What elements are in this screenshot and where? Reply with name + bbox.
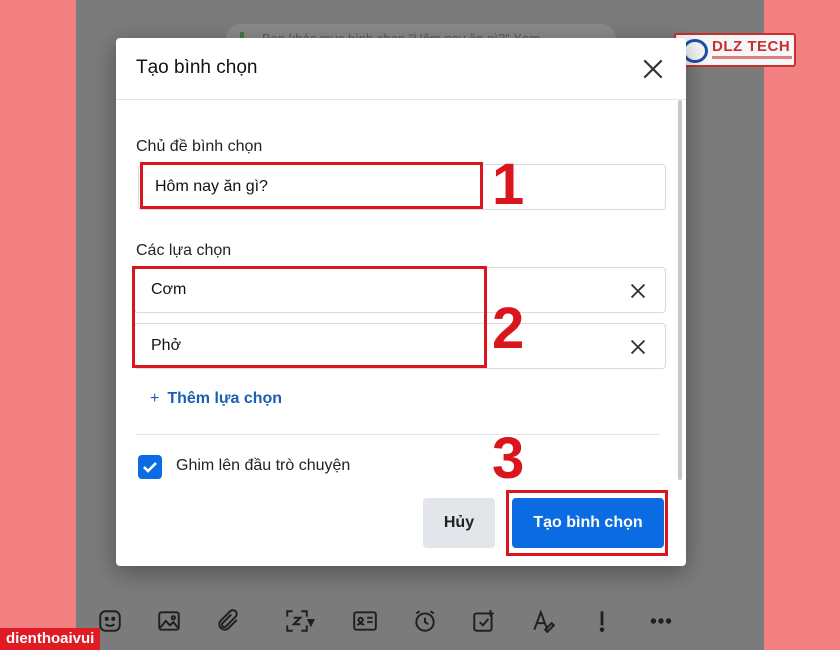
topic-label: Chủ đề bình chọn <box>136 138 263 155</box>
chevron-down-icon[interactable]: ▼ <box>304 608 318 636</box>
pin-checkbox-label[interactable]: Ghim lên đầu trò chuyện <box>176 457 350 475</box>
watermark: dienthoaivui <box>0 628 101 650</box>
annotation-box-3 <box>506 490 668 556</box>
pin-checkbox[interactable] <box>138 455 162 479</box>
logo-text: DLZ TECH <box>712 38 791 55</box>
add-option-label: Thêm lựa chọn <box>167 390 283 407</box>
options-label: Các lựa chọn <box>136 242 232 259</box>
image-icon[interactable] <box>155 608 183 636</box>
remove-option-icon[interactable] <box>627 280 649 302</box>
annotation-box-2 <box>132 266 487 368</box>
attachment-icon[interactable] <box>214 608 242 636</box>
section-divider <box>136 434 660 435</box>
annotation-number-3: 3 <box>492 426 525 491</box>
header-divider <box>116 99 686 100</box>
text-format-icon[interactable] <box>529 608 557 636</box>
contact-card-icon[interactable] <box>351 608 379 636</box>
annotation-number-2: 2 <box>492 296 525 361</box>
cancel-button[interactable]: Hủy <box>423 498 495 548</box>
plus-icon: + <box>150 390 160 407</box>
logo-tagline <box>712 56 792 59</box>
checkmark-icon <box>143 462 157 473</box>
annotation-box-1 <box>140 162 483 209</box>
task-icon[interactable] <box>470 608 498 636</box>
urgent-icon[interactable] <box>588 608 616 636</box>
brand-logo: DLZ TECH <box>674 33 796 67</box>
reminder-icon[interactable] <box>411 608 439 636</box>
more-icon[interactable] <box>647 608 675 636</box>
scrollbar[interactable] <box>678 100 682 480</box>
remove-option-icon[interactable] <box>627 336 649 358</box>
dialog-title: Tạo bình chọn <box>136 57 258 78</box>
add-option-button[interactable]: + Thêm lựa chọn <box>150 390 282 408</box>
close-icon[interactable] <box>640 56 666 82</box>
screenshot-icon[interactable]: ▼ <box>272 608 322 636</box>
annotation-number-1: 1 <box>492 152 525 217</box>
